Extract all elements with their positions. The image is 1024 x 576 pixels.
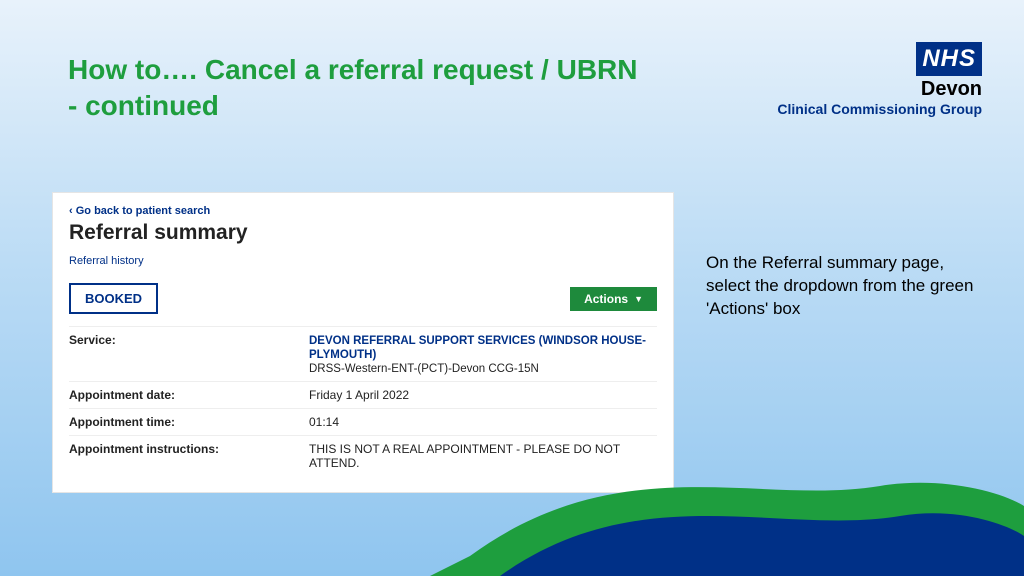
nhs-logo-block: NHS Devon Clinical Commissioning Group: [777, 42, 982, 117]
status-row: BOOKED Actions ▼: [69, 283, 657, 314]
nhs-logo-text: NHS: [922, 45, 976, 72]
value-date: Friday 1 April 2022: [309, 388, 657, 402]
row-appointment-date: Appointment date: Friday 1 April 2022: [69, 381, 657, 408]
ccg-text: Clinical Commissioning Group: [777, 101, 982, 117]
value-service: DEVON REFERRAL SUPPORT SERVICES (WINDSOR…: [309, 333, 657, 375]
panel-heading: Referral summary: [69, 221, 657, 245]
service-subtext: DRSS-Western-ENT-(PCT)-Devon CCG-15N: [309, 363, 539, 375]
actions-button-label: Actions: [584, 292, 628, 306]
title-line-2: - continued: [68, 90, 219, 121]
back-link[interactable]: Go back to patient search: [69, 205, 210, 217]
referral-history-link[interactable]: Referral history: [69, 255, 657, 267]
service-link[interactable]: DEVON REFERRAL SUPPORT SERVICES (WINDSOR…: [309, 335, 646, 361]
slide-instruction-text: On the Referral summary page, select the…: [706, 252, 986, 321]
nhs-logo: NHS: [916, 42, 982, 76]
status-badge: BOOKED: [69, 283, 158, 314]
actions-button[interactable]: Actions ▼: [570, 287, 657, 311]
label-date: Appointment date:: [69, 388, 309, 402]
devon-text: Devon: [777, 78, 982, 101]
row-service: Service: DEVON REFERRAL SUPPORT SERVICES…: [69, 326, 657, 381]
value-time: 01:14: [309, 415, 657, 429]
chevron-down-icon: ▼: [634, 294, 643, 304]
slide-title: How to…. Cancel a referral request / UBR…: [68, 52, 637, 125]
decorative-wave: [0, 436, 1024, 576]
row-appointment-time: Appointment time: 01:14: [69, 408, 657, 435]
label-time: Appointment time:: [69, 415, 309, 429]
title-line-1: How to…. Cancel a referral request / UBR…: [68, 54, 637, 85]
label-service: Service:: [69, 333, 309, 375]
